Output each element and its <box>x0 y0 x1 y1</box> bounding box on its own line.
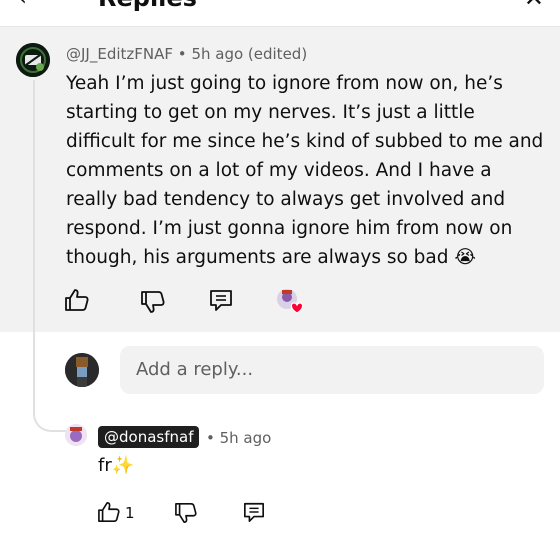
author-handle[interactable]: @JJ_EditzFNAF <box>66 45 173 63</box>
page-title: Replies <box>98 0 197 12</box>
user-avatar-image <box>65 353 99 387</box>
creator-heart-icon <box>277 289 304 314</box>
reply-text: fr✨ <box>98 455 135 476</box>
comment-meta: @JJ_EditzFNAF • 5h ago (edited) <box>66 45 307 63</box>
close-icon[interactable]: ✕ <box>524 0 544 12</box>
comment-text: Yeah I’m just going to ignore from now o… <box>66 73 544 268</box>
replies-header: ‹ Replies ✕ <box>0 0 560 27</box>
reply-icon[interactable] <box>208 288 234 312</box>
reply-author-handle[interactable]: @donasfnaf <box>98 426 200 448</box>
back-arrow-icon[interactable]: ‹ <box>18 0 27 11</box>
user-avatar <box>65 353 99 387</box>
reply-thumbs-down-icon[interactable] <box>174 502 198 524</box>
reply-author-avatar[interactable] <box>65 424 87 446</box>
avatar[interactable] <box>16 43 50 77</box>
reply-input[interactable]: Add a reply... <box>120 346 544 394</box>
avatar-image <box>16 43 50 77</box>
thumbs-down-icon[interactable] <box>140 290 166 314</box>
meta-separator: • <box>177 45 187 63</box>
reply-thumbs-up-icon[interactable] <box>97 501 121 523</box>
thread-line <box>33 80 69 432</box>
reply-reply-icon[interactable] <box>242 501 266 523</box>
thumbs-up-icon[interactable] <box>64 288 90 312</box>
like-count: 1 <box>125 504 135 522</box>
reply-avatar-image <box>65 424 87 446</box>
reply-time: • 5h ago <box>206 429 272 447</box>
comment-time: 5h ago (edited) <box>191 45 308 63</box>
